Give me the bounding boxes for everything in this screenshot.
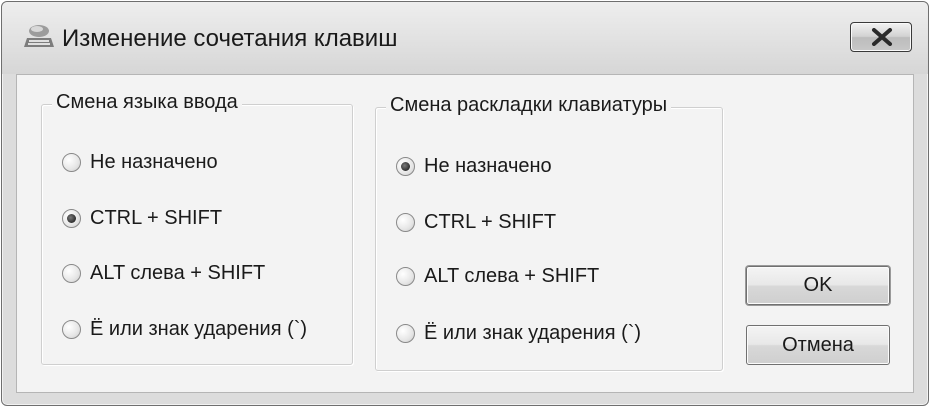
input-language-option-ctrl-shift[interactable]: CTRL + SHIFT [62, 205, 222, 231]
option-label: Не назначено [90, 150, 218, 173]
radio-button[interactable] [396, 212, 415, 232]
radio-button-selected[interactable] [396, 156, 415, 176]
close-button[interactable] [850, 22, 912, 52]
ok-button[interactable]: OK [746, 266, 890, 305]
radio-button[interactable] [62, 263, 81, 283]
keyboard-layout-option-grave[interactable]: Ё или знак ударения (`) [396, 320, 641, 346]
radio-button[interactable] [62, 319, 81, 339]
dialog-content: Смена языка ввода Не назначено CTRL + SH… [16, 74, 914, 393]
option-label: Ё или знак ударения (`) [90, 317, 308, 340]
title-bar[interactable]: Изменение сочетания клавиш [2, 2, 928, 74]
option-label: CTRL + SHIFT [424, 210, 557, 233]
window-title: Изменение сочетания клавиш [62, 25, 398, 52]
input-language-option-grave[interactable]: Ё или знак ударения (`) [62, 316, 307, 342]
keyboard-icon [22, 22, 58, 52]
radio-button[interactable] [396, 323, 415, 343]
input-language-option-alt-shift[interactable]: ALT слева + SHIFT [62, 260, 265, 286]
close-icon [872, 28, 892, 46]
input-language-legend: Смена языка ввода [52, 91, 242, 114]
keyboard-layout-option-alt-shift[interactable]: ALT слева + SHIFT [396, 263, 599, 289]
radio-button[interactable] [62, 152, 81, 172]
option-label: Ё или знак ударения (`) [424, 321, 642, 344]
keyboard-layout-legend: Смена раскладки клавиатуры [386, 94, 672, 117]
radio-button-selected[interactable] [62, 208, 81, 228]
dialog-window: Изменение сочетания клавиш Смена языка в… [1, 1, 929, 406]
option-label: ALT слева + SHIFT [424, 264, 600, 287]
input-language-group: Смена языка ввода Не назначено CTRL + SH… [41, 91, 353, 365]
keyboard-layout-option-none[interactable]: Не назначено [396, 153, 552, 179]
keyboard-layout-group: Смена раскладки клавиатуры Не назначено … [375, 94, 723, 371]
keyboard-layout-option-ctrl-shift[interactable]: CTRL + SHIFT [396, 209, 556, 235]
option-label: CTRL + SHIFT [90, 206, 223, 229]
input-language-option-none[interactable]: Не назначено [62, 149, 218, 175]
radio-button[interactable] [396, 266, 415, 286]
option-label: Не назначено [424, 154, 552, 177]
option-label: ALT слева + SHIFT [90, 261, 266, 284]
cancel-button[interactable]: Отмена [746, 325, 890, 365]
